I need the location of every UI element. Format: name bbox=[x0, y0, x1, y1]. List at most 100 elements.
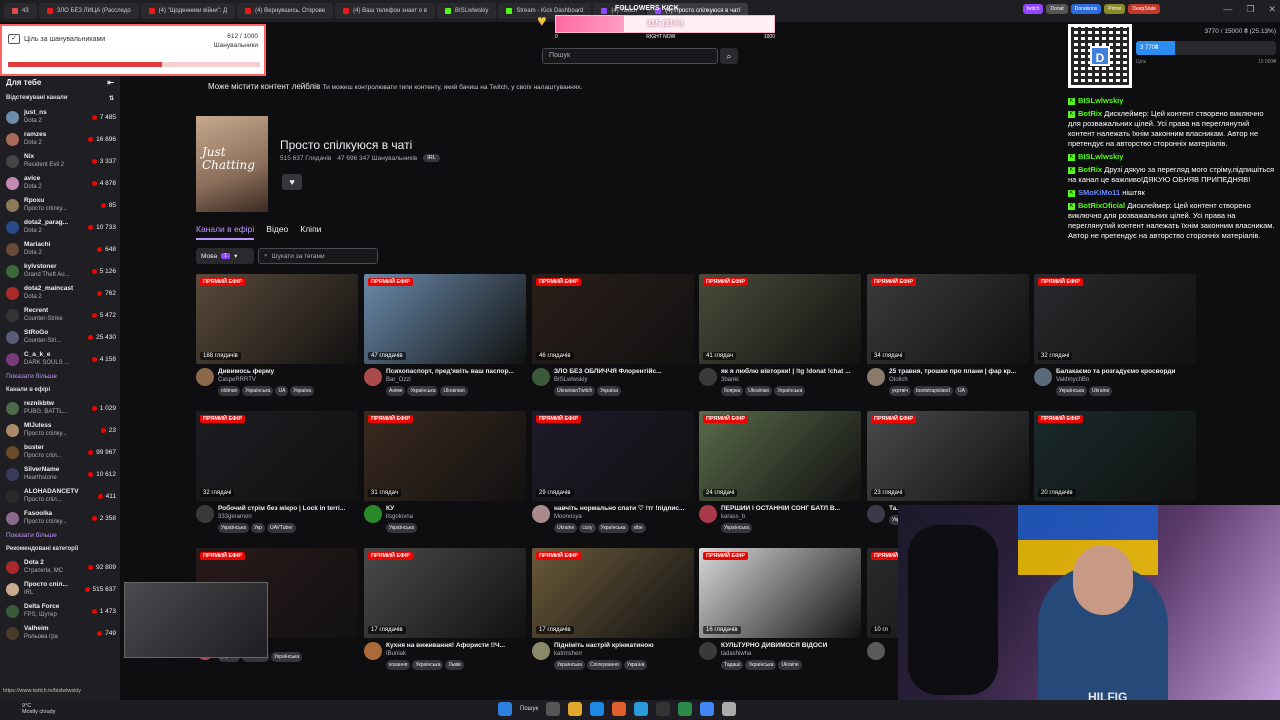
avatar[interactable] bbox=[364, 368, 382, 386]
stream-title[interactable]: Робочий стрім без мікро | Lock in terri.… bbox=[218, 505, 345, 513]
chat-username[interactable]: BISLwlwskiy bbox=[1078, 96, 1123, 105]
show-more-link[interactable]: Показати більше bbox=[0, 370, 120, 383]
avatar[interactable] bbox=[196, 505, 214, 523]
tag-pill[interactable]: Ukrainian bbox=[440, 386, 468, 396]
tag-pill[interactable]: Львів bbox=[445, 660, 464, 670]
channel-name[interactable]: BISLwlwskiy bbox=[554, 376, 662, 384]
stream-thumbnail[interactable]: ПРЯМИЙ ЕФІР 17 глядачів bbox=[364, 548, 526, 638]
stream-card[interactable]: ПРЯМИЙ ЕФІР 29 глядачів навчіть нормально … bbox=[532, 411, 694, 541]
stream-card[interactable]: ПРЯМИЙ ЕФІР 24 глядачі ПЕРШИЙ І ОСТАННІЙ С… bbox=[699, 411, 861, 541]
tag-pill[interactable]: укртвіч bbox=[889, 386, 912, 396]
avatar[interactable] bbox=[1034, 368, 1052, 386]
avatar[interactable] bbox=[699, 642, 717, 660]
stream-title[interactable]: КУЛЬТУРНО ДИВИМОСЯ ВІДОСИ bbox=[721, 642, 827, 650]
tag-pill[interactable]: Українська bbox=[745, 660, 777, 670]
channel-name[interactable]: 3banki bbox=[721, 376, 851, 384]
stream-thumbnail[interactable]: ПРЯМИЙ ЕФІР 31 глядач bbox=[364, 411, 526, 501]
browser-tab[interactable]: (4) "Щоденники війни": Д bbox=[140, 3, 236, 19]
browser-tab[interactable]: BISLwlwskiy bbox=[437, 3, 497, 19]
stream-thumbnail[interactable]: ПРЯМИЙ ЕФІР 188 глядачів bbox=[196, 274, 358, 364]
stream-thumbnail[interactable]: ПРЯМИЙ ЕФІР 32 глядачі bbox=[196, 411, 358, 501]
tag-pill[interactable]: Українська bbox=[721, 523, 753, 533]
tag-pill[interactable]: Укр bbox=[251, 523, 265, 533]
tag-pill[interactable]: Україна bbox=[623, 660, 648, 670]
tag-pill[interactable]: Ukraine bbox=[554, 523, 578, 533]
stream-card[interactable]: ПРЯМИЙ ЕФІР 46 глядачів ЗЛО БЕЗ ОБЛИЧЧЯ Фл… bbox=[532, 274, 694, 404]
tag-pill[interactable]: Тадаші bbox=[721, 660, 744, 670]
sidebar-channel-item[interactable]: ALOHADANCETV Просто спіл... 411 bbox=[0, 485, 120, 507]
channel-name[interactable]: CaspeRRRTV bbox=[218, 376, 314, 384]
stream-title[interactable]: Балакаємо та розгадуємо кросворди bbox=[1056, 368, 1175, 376]
tag-pill[interactable]: Ukraine bbox=[1089, 386, 1113, 396]
stream-card[interactable]: ПРЯМИЙ ЕФІР 32 глядачі Робочий стрім без м… bbox=[196, 411, 358, 541]
chat-username[interactable]: BISLwlwskiy bbox=[1078, 152, 1123, 161]
sidebar-channel-item[interactable]: Dota 2 Стратегія, МС 92 809 bbox=[0, 556, 120, 578]
tag-search-input[interactable]: ⌕ Шукати за тегами bbox=[258, 248, 378, 264]
stream-card[interactable]: ПРЯМИЙ ЕФІР 188 глядачів Дивимось ферму Cas… bbox=[196, 274, 358, 404]
chrome-icon[interactable] bbox=[700, 702, 715, 716]
channel-name[interactable]: karass_b bbox=[721, 513, 840, 521]
obs-icon[interactable] bbox=[656, 702, 671, 716]
bookmark-item[interactable]: Donat bbox=[1046, 4, 1068, 14]
sidebar-channel-item[interactable]: ramzes Dota 2 16 896 bbox=[0, 128, 120, 150]
channel-name[interactable]: Moonosya bbox=[554, 513, 684, 521]
task-view-icon[interactable] bbox=[546, 702, 561, 716]
tag-pill[interactable]: Українська bbox=[407, 386, 439, 396]
channel-name[interactable]: itsgolovna bbox=[386, 513, 417, 521]
start-icon[interactable] bbox=[498, 702, 512, 716]
tag-pill[interactable]: Аніме bbox=[386, 386, 406, 396]
sidebar-channel-item[interactable]: Rpoxu Просто спілку... 85 bbox=[0, 194, 120, 216]
tag-pill[interactable]: UA bbox=[954, 386, 968, 396]
sidebar-channel-item[interactable]: dota2_maincast Dota 2 762 bbox=[0, 282, 120, 304]
channel-name[interactable]: 333geramori bbox=[218, 513, 345, 521]
bookmark-item[interactable]: DeepState bbox=[1128, 4, 1160, 14]
stream-title[interactable]: навчіть нормально спати ♡ !тг !підпис... bbox=[554, 505, 684, 513]
avatar[interactable] bbox=[364, 505, 382, 523]
sidebar-channel-item[interactable]: reznikbtw PUBG: BATTL... 1 029 bbox=[0, 397, 120, 419]
avatar[interactable] bbox=[532, 505, 550, 523]
browser-tab[interactable]: ЗЛО БЕЗ ЛИЦА (Расследо bbox=[38, 3, 139, 19]
tag-pill[interactable]: Спілкування bbox=[587, 660, 622, 670]
tag-pill[interactable]: Українська bbox=[774, 386, 806, 396]
settings-icon[interactable] bbox=[722, 702, 737, 716]
avatar[interactable] bbox=[699, 368, 717, 386]
stream-title[interactable]: Кухня на виживання! Афористи !!Ч... bbox=[386, 642, 505, 650]
tag-pill[interactable]: cozy bbox=[579, 523, 596, 533]
browser-tab[interactable]: 43 bbox=[4, 3, 37, 19]
app-icon[interactable] bbox=[678, 702, 693, 716]
sidebar-channel-item[interactable]: dota2_parag... Dota 2 10 733 bbox=[0, 216, 120, 238]
channel-name[interactable]: IBuniak bbox=[386, 650, 505, 658]
channel-name[interactable]: Bar_Ozzi bbox=[386, 376, 514, 384]
stream-title[interactable]: Підніміть настрій крінжатиною bbox=[554, 642, 654, 650]
show-more-link-2[interactable]: Показати більше bbox=[0, 529, 120, 542]
sidebar-channel-item[interactable]: C_a_k_e DARK SOULS ... 4 158 bbox=[0, 348, 120, 370]
language-filter-button[interactable]: Мова 1 ▾ bbox=[196, 248, 254, 264]
stream-title[interactable]: Психопаспорт, пред'явіть ваш паспор... bbox=[386, 368, 514, 376]
tab-videos[interactable]: Відео bbox=[266, 224, 288, 240]
channel-name[interactable]: Otolich bbox=[889, 376, 1016, 384]
avatar[interactable] bbox=[867, 505, 885, 523]
search-button[interactable]: ⌕ bbox=[720, 48, 738, 64]
sidebar-channel-item[interactable]: just_ns Dota 2 7 485 bbox=[0, 106, 120, 128]
weather-widget[interactable]: 9°C Mostly cloudy bbox=[22, 703, 55, 715]
firefox-icon[interactable] bbox=[612, 702, 627, 716]
stream-title[interactable]: ПЕРШИЙ І ОСТАННІЙ СОНГ БАТЛ В... bbox=[721, 505, 840, 513]
sidebar-channel-item[interactable]: Recrent Counter-Strike 5 472 bbox=[0, 304, 120, 326]
chat-username[interactable]: BotRix bbox=[1078, 165, 1102, 174]
collapse-icon[interactable]: ⇤ bbox=[107, 78, 114, 87]
browser-tab[interactable]: (4) Вернувшись. Открове bbox=[237, 3, 334, 19]
pip-video-window[interactable] bbox=[124, 582, 268, 658]
tag-pill[interactable]: Українська bbox=[242, 386, 274, 396]
stream-card[interactable]: ПРЯМИЙ ЕФІР 41 глядач як я люблю вівторки!… bbox=[699, 274, 861, 404]
avatar[interactable] bbox=[867, 368, 885, 386]
stream-thumbnail[interactable]: ПРЯМИЙ ЕФІР 17 глядачів bbox=[532, 548, 694, 638]
sidebar-channel-item[interactable]: Valheim Рольова гра 749 bbox=[0, 622, 120, 644]
tag-pill[interactable]: UkrainianTwitch bbox=[554, 386, 596, 396]
channel-name[interactable]: katrinsherr bbox=[554, 650, 654, 658]
tag-pill[interactable]: Українська bbox=[1056, 386, 1088, 396]
bookmark-item[interactable]: twitch bbox=[1022, 4, 1044, 14]
tab-live-channels[interactable]: Канали в ефірі bbox=[196, 224, 255, 240]
stream-thumbnail[interactable]: ПРЯМИЙ ЕФІР 16 глядачів bbox=[699, 548, 861, 638]
avatar[interactable] bbox=[364, 642, 382, 660]
edge-icon[interactable] bbox=[590, 702, 605, 716]
